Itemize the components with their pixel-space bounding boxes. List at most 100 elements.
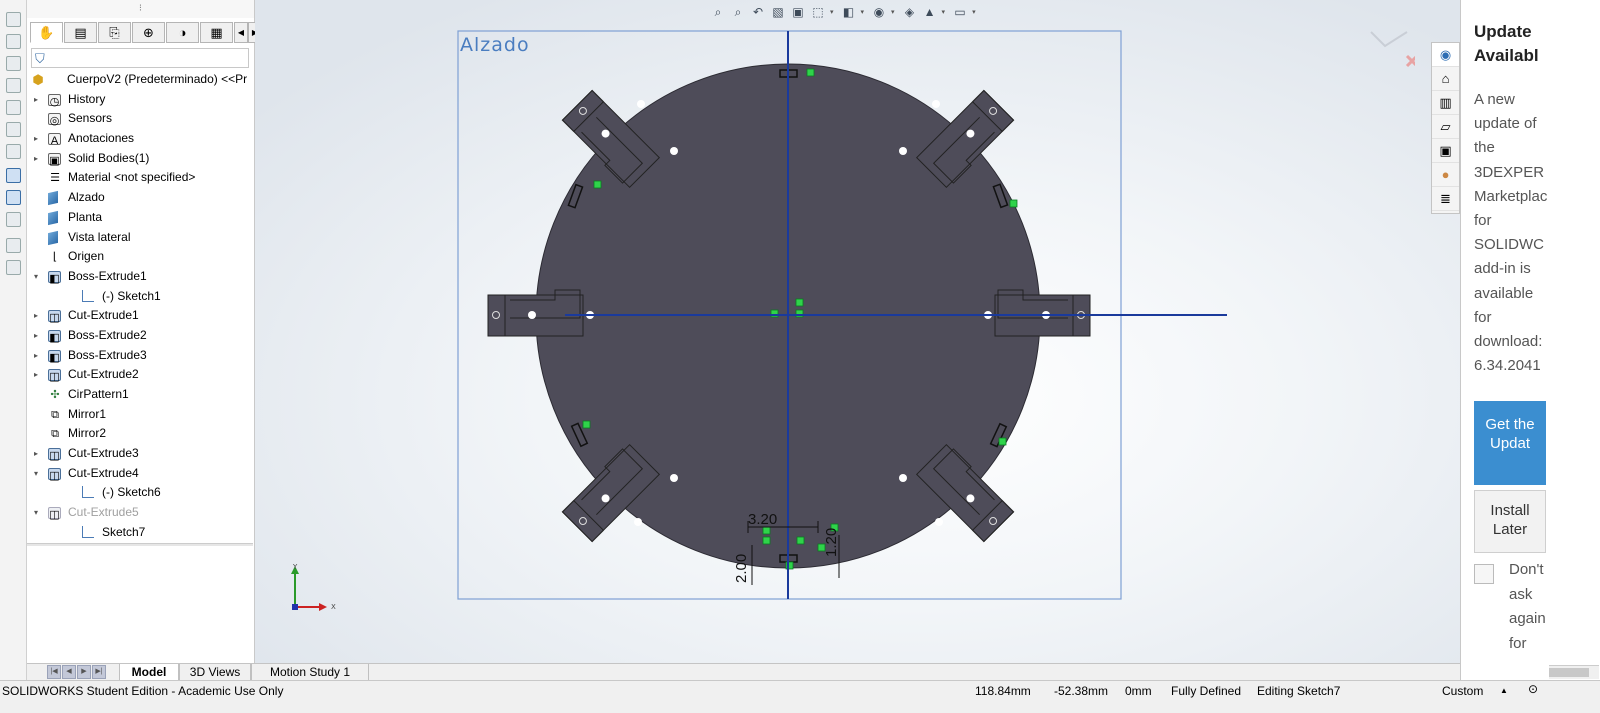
design-library-icon[interactable]: ▥ — [1432, 91, 1459, 115]
tree-node[interactable]: ▾ ◫ Cut-Extrude4 — [27, 464, 253, 484]
tabs-scroll-left-icon[interactable]: ◀ — [234, 22, 248, 43]
tree-node[interactable]: ▸ ◫ Cut-Extrude3 — [27, 444, 253, 464]
tree-node[interactable]: Alzado — [27, 188, 253, 208]
tree-node[interactable]: ⬢ CuerpoV2 (Predeterminado) <<Pr — [27, 70, 253, 90]
cam-tab-icon[interactable]: ▦ — [200, 22, 233, 43]
configuration-manager-tab-icon[interactable]: ⎘ — [98, 22, 131, 43]
tree-node[interactable]: Sketch7 — [27, 523, 253, 543]
expand-arrow-icon[interactable]: ▸ — [31, 306, 41, 326]
layout-tool-icon[interactable] — [6, 260, 21, 275]
toolbar-tool-icon[interactable] — [6, 78, 21, 93]
appearances-icon[interactable]: ● — [1432, 163, 1459, 187]
update-panel-scrollbar[interactable] — [1549, 665, 1599, 679]
tree-node[interactable]: ▸ A Anotaciones — [27, 129, 253, 149]
expand-arrow-icon[interactable]: ▸ — [31, 365, 41, 385]
panel-grip-handle[interactable]: ⁝ — [27, 0, 254, 18]
tree-node[interactable]: ✣ CirPattern1 — [27, 385, 253, 405]
get-update-button[interactable]: Get the Updat — [1474, 401, 1546, 485]
dimxpert-manager-tab-icon[interactable]: ⊕ — [132, 22, 165, 43]
tree-node-label: Mirror1 — [68, 406, 106, 421]
layout-tool-icon[interactable] — [6, 238, 21, 253]
tree-node[interactable]: ▸ ◫ Cut-Extrude2 — [27, 365, 253, 385]
toolbar-tool-icon[interactable] — [6, 100, 21, 115]
prev-tab-icon[interactable]: ◀ — [62, 665, 76, 679]
task-pane-tabs: ◉ ⌂ ▥ ▱ ▣ ● ≣ — [1431, 42, 1460, 214]
tree-node[interactable]: (-) Sketch1 — [27, 287, 253, 307]
file-explorer-icon[interactable]: ▱ — [1432, 115, 1459, 139]
tree-node[interactable]: ▸ ◧ Boss-Extrude3 — [27, 346, 253, 366]
update-message-line: update of — [1474, 115, 1537, 133]
tree-node[interactable]: ⧉ Mirror1 — [27, 405, 253, 425]
expand-arrow-icon[interactable]: ▸ — [31, 149, 41, 169]
tree-node[interactable]: ☰ Material <not specified> — [27, 168, 253, 188]
toolbar-tool-icon[interactable] — [6, 34, 21, 49]
tree-filter-field[interactable]: ⛉ — [31, 48, 249, 68]
3dexperience-icon[interactable]: ◉ — [1432, 43, 1459, 67]
tree-node[interactable]: ▸ ◫ Cut-Extrude1 — [27, 306, 253, 326]
quick-tips-icon[interactable]: ⊙ — [1528, 682, 1538, 696]
expand-arrow-icon[interactable]: ▸ — [31, 444, 41, 464]
sketch-drawing[interactable]: 3.20 2.00 1.20 — [255, 0, 1460, 663]
cut-extrude-icon: ◫ — [48, 369, 61, 384]
tree-node[interactable]: Vista lateral — [27, 228, 253, 248]
tree-node-label: (-) Sketch1 — [102, 288, 161, 303]
toolbar-tool-icon[interactable] — [6, 144, 21, 159]
toolbar-tool-icon[interactable] — [6, 56, 21, 71]
confirmation-corner[interactable] — [1365, 22, 1415, 72]
panel-splitter[interactable] — [27, 543, 253, 546]
tree-node[interactable]: ◎ Sensors — [27, 109, 253, 129]
tree-node[interactable]: ▸ ▣ Solid Bodies(1) — [27, 149, 253, 169]
units-selector[interactable]: Custom — [1442, 684, 1483, 698]
tree-node[interactable]: ▾ ◧ Boss-Extrude1 — [27, 267, 253, 287]
feature-manager-tab-icon[interactable]: ✋ — [30, 22, 63, 43]
dimension-label[interactable]: 3.20 — [748, 511, 777, 528]
expand-arrow-icon[interactable]: ▾ — [31, 503, 41, 523]
units-dropdown-icon[interactable]: ▲ — [1500, 686, 1508, 695]
expand-arrow-icon[interactable]: ▾ — [31, 464, 41, 484]
tab-model[interactable]: Model — [119, 664, 179, 681]
left-lug[interactable] — [487, 289, 594, 337]
display-tool-icon[interactable] — [6, 212, 21, 227]
expand-arrow-icon[interactable]: ▾ — [31, 267, 41, 287]
tree-node[interactable]: (-) Sketch6 — [27, 483, 253, 503]
tab-motion-study[interactable]: Motion Study 1 — [251, 664, 369, 681]
expand-arrow-icon[interactable]: ▸ — [31, 346, 41, 366]
expand-arrow-icon[interactable]: ▸ — [31, 326, 41, 346]
edit-sketch-icon[interactable] — [6, 190, 21, 205]
expand-arrow-icon[interactable]: ▸ — [31, 90, 41, 110]
tree-node[interactable]: ⧉ Mirror2 — [27, 424, 253, 444]
tree-node[interactable]: ⌊ Origen — [27, 247, 253, 267]
dimension-label[interactable]: 1.20 — [823, 528, 840, 557]
y-coordinate: -52.38mm — [1054, 684, 1109, 698]
update-message-line: the — [1474, 139, 1495, 157]
first-tab-icon[interactable]: |◀ — [47, 665, 61, 679]
tree-node-label: CuerpoV2 (Predeterminado) <<Pr — [67, 72, 248, 86]
dimension-label[interactable]: 2.00 — [733, 554, 750, 583]
sketch-tool-icon[interactable] — [6, 168, 21, 183]
tree-node[interactable]: ▸ ◷ History — [27, 90, 253, 110]
dont-ask-checkbox[interactable] — [1474, 564, 1494, 584]
view-palette-icon[interactable]: ▣ — [1432, 139, 1459, 163]
toolbar-tool-icon[interactable] — [6, 12, 21, 27]
scrollbar-thumb[interactable] — [1549, 668, 1589, 677]
custom-properties-icon[interactable]: ≣ — [1432, 187, 1459, 211]
home-icon[interactable]: ⌂ — [1432, 67, 1459, 91]
graphics-area[interactable]: ⌕ ⌕ ↶ ▧ ▣ ⬚ ▾ ◧ ▾ ◉ ▾ ◈ ▲ ▾ ▭ ▾ 3.20 2.0… — [255, 0, 1460, 663]
sketch-icon — [82, 486, 94, 499]
tab-3d-views[interactable]: 3D Views — [179, 664, 251, 681]
install-later-button[interactable]: Install Later — [1474, 490, 1546, 553]
last-tab-icon[interactable]: ▶| — [92, 665, 106, 679]
next-tab-icon[interactable]: ▶ — [77, 665, 91, 679]
display-manager-tab-icon[interactable]: ◑ — [166, 22, 199, 43]
tree-node[interactable]: ▾ ◫ Cut-Extrude5 — [27, 503, 253, 523]
tree-node-label: Sensors — [68, 111, 113, 126]
tree-node-label: Material <not specified> — [68, 170, 196, 185]
right-lug[interactable] — [984, 289, 1091, 337]
property-manager-tab-icon[interactable]: ▤ — [64, 22, 97, 43]
boss-extrude-icon: ◧ — [48, 329, 61, 344]
tree-node[interactable]: ▸ ◧ Boss-Extrude2 — [27, 326, 253, 346]
tree-node[interactable]: Planta — [27, 208, 253, 228]
toolbar-tool-icon[interactable] — [6, 122, 21, 137]
expand-arrow-icon[interactable]: ▸ — [31, 129, 41, 149]
update-message-line: Marketplac — [1474, 187, 1548, 205]
